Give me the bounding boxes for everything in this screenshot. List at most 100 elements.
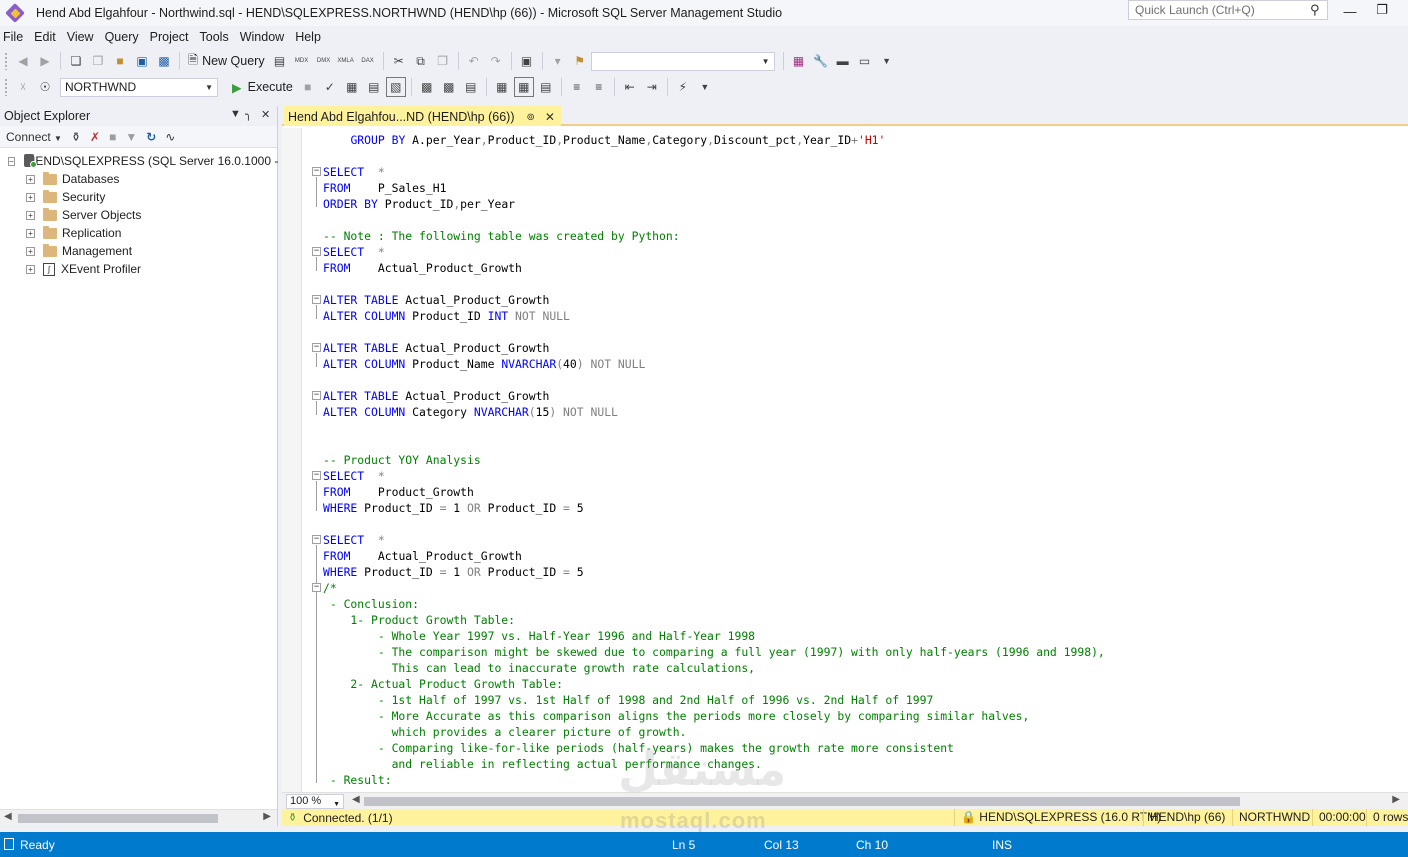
object-explorer-horizontal-scrollbar[interactable]: ◀ ▶ — [0, 809, 277, 826]
toolbar-grip[interactable] — [4, 78, 8, 96]
dax-query-icon[interactable]: DAX — [358, 51, 378, 71]
sql-code-editor[interactable]: GROUP BY A.per_Year,Product_ID,Product_N… — [302, 128, 1404, 792]
uncomment-icon[interactable]: ≡ — [589, 77, 609, 97]
menu-help[interactable]: Help — [292, 30, 329, 44]
fold-toggle-icon[interactable]: − — [312, 295, 321, 304]
scroll-right-icon[interactable]: ▶ — [1392, 794, 1400, 805]
open-file-icon[interactable]: ■ — [110, 51, 130, 71]
activity-monitor-icon[interactable]: ▣ — [517, 51, 537, 71]
fold-toggle-icon[interactable]: − — [312, 343, 321, 352]
paste-icon[interactable]: ❐ — [433, 51, 453, 71]
refresh-icon[interactable]: ↻ — [146, 130, 156, 144]
connect-plug-icon[interactable]: ⚱ — [71, 130, 81, 144]
find-combo[interactable]: ▼ — [590, 51, 775, 71]
fold-toggle-icon[interactable]: − — [312, 471, 321, 480]
live-query-stats-icon[interactable]: ▩ — [417, 77, 437, 97]
database-engine-query-icon[interactable]: ▤ — [270, 51, 290, 71]
menu-edit[interactable]: Edit — [31, 30, 64, 44]
tree-node-replication[interactable]: + Replication — [0, 224, 277, 242]
tree-node-server-objects[interactable]: + Server Objects — [0, 206, 277, 224]
results-pane-icon[interactable]: ▤ — [536, 77, 556, 97]
expand-icon[interactable]: + — [26, 228, 35, 238]
zoom-level-selector[interactable]: 100 % ▼ — [286, 794, 344, 809]
menu-view[interactable]: View — [64, 30, 102, 44]
menu-window[interactable]: Window — [237, 30, 292, 44]
filter-icon[interactable]: ▼ — [125, 130, 137, 144]
execute-button[interactable]: ▶ Execute — [228, 77, 297, 97]
tree-server-node[interactable]: − HEND\SQLEXPRESS (SQL Server 16.0.1000 … — [0, 152, 290, 170]
fold-toggle-icon[interactable]: − — [312, 247, 321, 256]
panel-dropdown-icon[interactable]: ▼ — [230, 108, 241, 120]
add-item-icon[interactable]: ❐ — [88, 51, 108, 71]
menu-file[interactable]: File — [0, 30, 31, 44]
connect-icon[interactable]: ☓ — [13, 77, 33, 97]
decrease-indent-icon[interactable]: ⇤ — [620, 77, 640, 97]
back-icon[interactable]: ◀ — [13, 51, 33, 71]
display-estimated-plan-icon[interactable]: ▦ — [342, 77, 362, 97]
forward-icon[interactable]: ▶ — [35, 51, 55, 71]
solution-config-dropdown-icon[interactable]: ▾ — [548, 51, 568, 71]
comment-out-icon[interactable]: ≡ — [567, 77, 587, 97]
dmx-query-icon[interactable]: DMX — [314, 51, 334, 71]
tree-node-xevent-profiler[interactable]: + ∫ XEvent Profiler — [0, 260, 277, 278]
menu-tools[interactable]: Tools — [197, 30, 237, 44]
toolbar-options-icon[interactable]: ▼ — [877, 51, 897, 71]
cancel-query-icon[interactable]: ■ — [298, 77, 318, 97]
minimize-button[interactable]: — — [1340, 4, 1360, 20]
pin-tab-icon[interactable]: ⊚ — [527, 112, 535, 123]
scrollbar-thumb[interactable] — [364, 797, 1240, 806]
disconnect-icon[interactable]: ✗ — [90, 130, 100, 144]
close-tab-icon[interactable]: ✕ — [545, 110, 555, 124]
include-actual-plan-icon[interactable]: ▧ — [385, 77, 406, 97]
save-icon[interactable]: ▣ — [132, 51, 152, 71]
scroll-left-icon[interactable]: ◀ — [352, 794, 360, 805]
expand-icon[interactable]: + — [26, 174, 35, 184]
tree-node-management[interactable]: + Management — [0, 242, 277, 260]
pin-icon[interactable]: ╮ — [245, 108, 252, 121]
fold-toggle-icon[interactable]: − — [312, 391, 321, 400]
scrollbar-thumb[interactable] — [18, 814, 218, 823]
menu-project[interactable]: Project — [147, 30, 197, 44]
mdx-query-icon[interactable]: MDX — [292, 51, 312, 71]
registered-servers-icon[interactable]: ▦ — [789, 51, 809, 71]
fold-toggle-icon[interactable]: − — [312, 167, 321, 176]
copy-icon[interactable]: ⧉ — [411, 51, 431, 71]
collapse-icon[interactable]: − — [8, 156, 15, 166]
scroll-left-icon[interactable]: ◀ — [4, 811, 12, 822]
query-designer-icon[interactable]: ▤ — [364, 77, 384, 97]
specify-template-values-icon[interactable]: ⚡ — [673, 77, 693, 97]
search-icon[interactable]: ⚲ — [1310, 2, 1320, 18]
properties-wrench-icon[interactable]: 🔧 — [811, 51, 831, 71]
restore-button[interactable]: ❐ — [1372, 2, 1392, 18]
cut-icon[interactable]: ✂ — [389, 51, 409, 71]
redo-icon[interactable]: ↷ — [486, 51, 506, 71]
quick-launch-input[interactable]: Quick Launch (Ctrl+Q) — [1128, 0, 1328, 20]
new-query-button[interactable]: 🗎 New Query — [184, 51, 269, 71]
find-in-files-icon[interactable]: ⚑ — [570, 51, 590, 71]
toolbar-options-icon[interactable]: ▼ — [695, 77, 715, 97]
increase-indent-icon[interactable]: ⇥ — [642, 77, 662, 97]
results-to-file-icon[interactable]: ▦ — [492, 77, 512, 97]
parse-checkmark-icon[interactable]: ✓ — [320, 77, 340, 97]
toolbox-icon[interactable]: ▬ — [833, 51, 853, 71]
close-icon[interactable]: ✕ — [261, 108, 270, 121]
results-to-text-icon[interactable]: ▤ — [461, 77, 481, 97]
connect-dropdown[interactable]: Connect ▼ — [6, 130, 62, 144]
new-project-icon[interactable]: ❏ — [66, 51, 86, 71]
client-statistics-icon[interactable]: ▩ — [439, 77, 459, 97]
tree-node-security[interactable]: + Security — [0, 188, 277, 206]
expand-icon[interactable]: + — [26, 264, 35, 274]
scroll-right-icon[interactable]: ▶ — [263, 811, 271, 822]
results-to-grid-icon[interactable]: ▦ — [513, 77, 534, 97]
menu-query[interactable]: Query — [102, 30, 147, 44]
change-connection-icon[interactable]: ☉ — [35, 77, 55, 97]
database-selector[interactable]: NORTHWND ▼ — [60, 77, 218, 97]
fold-toggle-icon[interactable]: − — [312, 583, 321, 592]
expand-icon[interactable]: + — [26, 210, 35, 220]
undo-icon[interactable]: ↶ — [464, 51, 484, 71]
activity-monitor-icon[interactable]: ∿ — [165, 130, 175, 144]
command-window-icon[interactable]: ▭ — [855, 51, 875, 71]
xmla-query-icon[interactable]: XMLA — [336, 51, 356, 71]
tree-node-databases[interactable]: + Databases — [0, 170, 277, 188]
expand-icon[interactable]: + — [26, 192, 35, 202]
